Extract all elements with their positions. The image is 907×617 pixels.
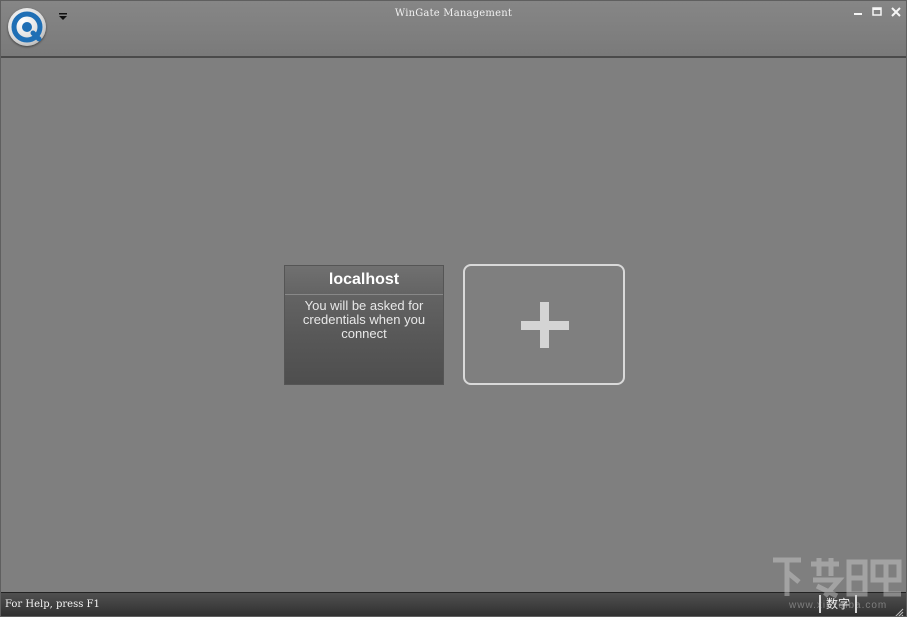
status-help-text: For Help, press F1 [5,599,100,610]
minimize-icon[interactable] [851,5,865,19]
resize-gripper-icon[interactable] [894,605,904,616]
server-tile-name: localhost [285,266,443,295]
maximize-icon[interactable] [870,5,884,19]
status-bar: For Help, press F1 数字 [1,592,906,616]
window-title: WinGate Management [394,8,513,19]
app-window: WinGate Management localhost You will be… [0,0,907,617]
add-server-button[interactable] [463,264,625,385]
title-bar: WinGate Management [1,1,906,58]
close-icon[interactable] [889,5,903,19]
server-tile-description: You will be asked for credentials when y… [302,298,426,341]
plus-icon [521,302,569,348]
status-num-indicator: 数字 [819,595,858,613]
server-tile-localhost[interactable]: localhost You will be asked for credenti… [284,265,444,385]
